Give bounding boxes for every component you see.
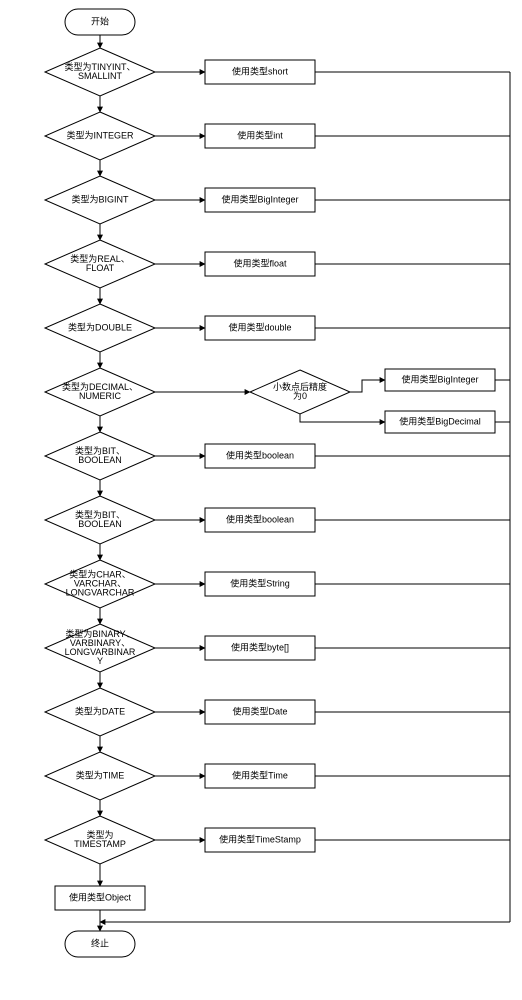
action-8-label: 使用类型String <box>230 577 290 588</box>
action-4-label: 使用类型double <box>228 321 291 332</box>
action-1-label: 使用类型int <box>237 129 283 140</box>
arrow-sub-yes <box>350 380 385 392</box>
action-9-label: 使用类型byte[] <box>231 641 289 652</box>
decision-12-text: TIMESTAMP <box>74 839 126 849</box>
action-6-label: 使用类型boolean <box>226 449 294 460</box>
decision-0-text: SMALLINT <box>78 71 123 81</box>
sub-decision-text: 为0 <box>293 390 307 401</box>
action-11-label: 使用类型Time <box>232 769 288 780</box>
sub-no-box-label: 使用类型BigDecimal <box>399 415 481 426</box>
decision-4-text: 类型为DOUBLE <box>68 321 132 332</box>
terminator-start-label: 开始 <box>91 15 109 26</box>
decision-6-text: BOOLEAN <box>78 455 122 465</box>
action-10-label: 使用类型Date <box>232 705 287 716</box>
decision-2-text: 类型为BIGINT <box>71 193 129 204</box>
action-2-label: 使用类型BigInteger <box>221 193 298 204</box>
decision-7-text: BOOLEAN <box>78 519 122 529</box>
action-7-label: 使用类型boolean <box>226 513 294 524</box>
decision-9-text: Y <box>97 656 103 666</box>
decision-11-text: 类型为TIME <box>76 769 125 780</box>
fallback-box-label: 使用类型Object <box>69 891 132 902</box>
action-12-label: 使用类型TimeStamp <box>219 833 301 844</box>
decision-3-text: FLOAT <box>86 263 115 273</box>
decision-8-text: LONGVARCHAR <box>66 587 135 597</box>
arrow-sub-no <box>300 414 385 422</box>
action-3-label: 使用类型float <box>233 257 287 268</box>
action-0-label: 使用类型short <box>232 65 289 76</box>
sub-yes-box-label: 使用类型BigInteger <box>401 373 478 384</box>
decision-1-text: 类型为INTEGER <box>66 129 134 140</box>
decision-5-text: NUMERIC <box>79 391 121 401</box>
terminator-end-label: 终止 <box>91 937 109 948</box>
decision-10-text: 类型为DATE <box>75 705 125 716</box>
